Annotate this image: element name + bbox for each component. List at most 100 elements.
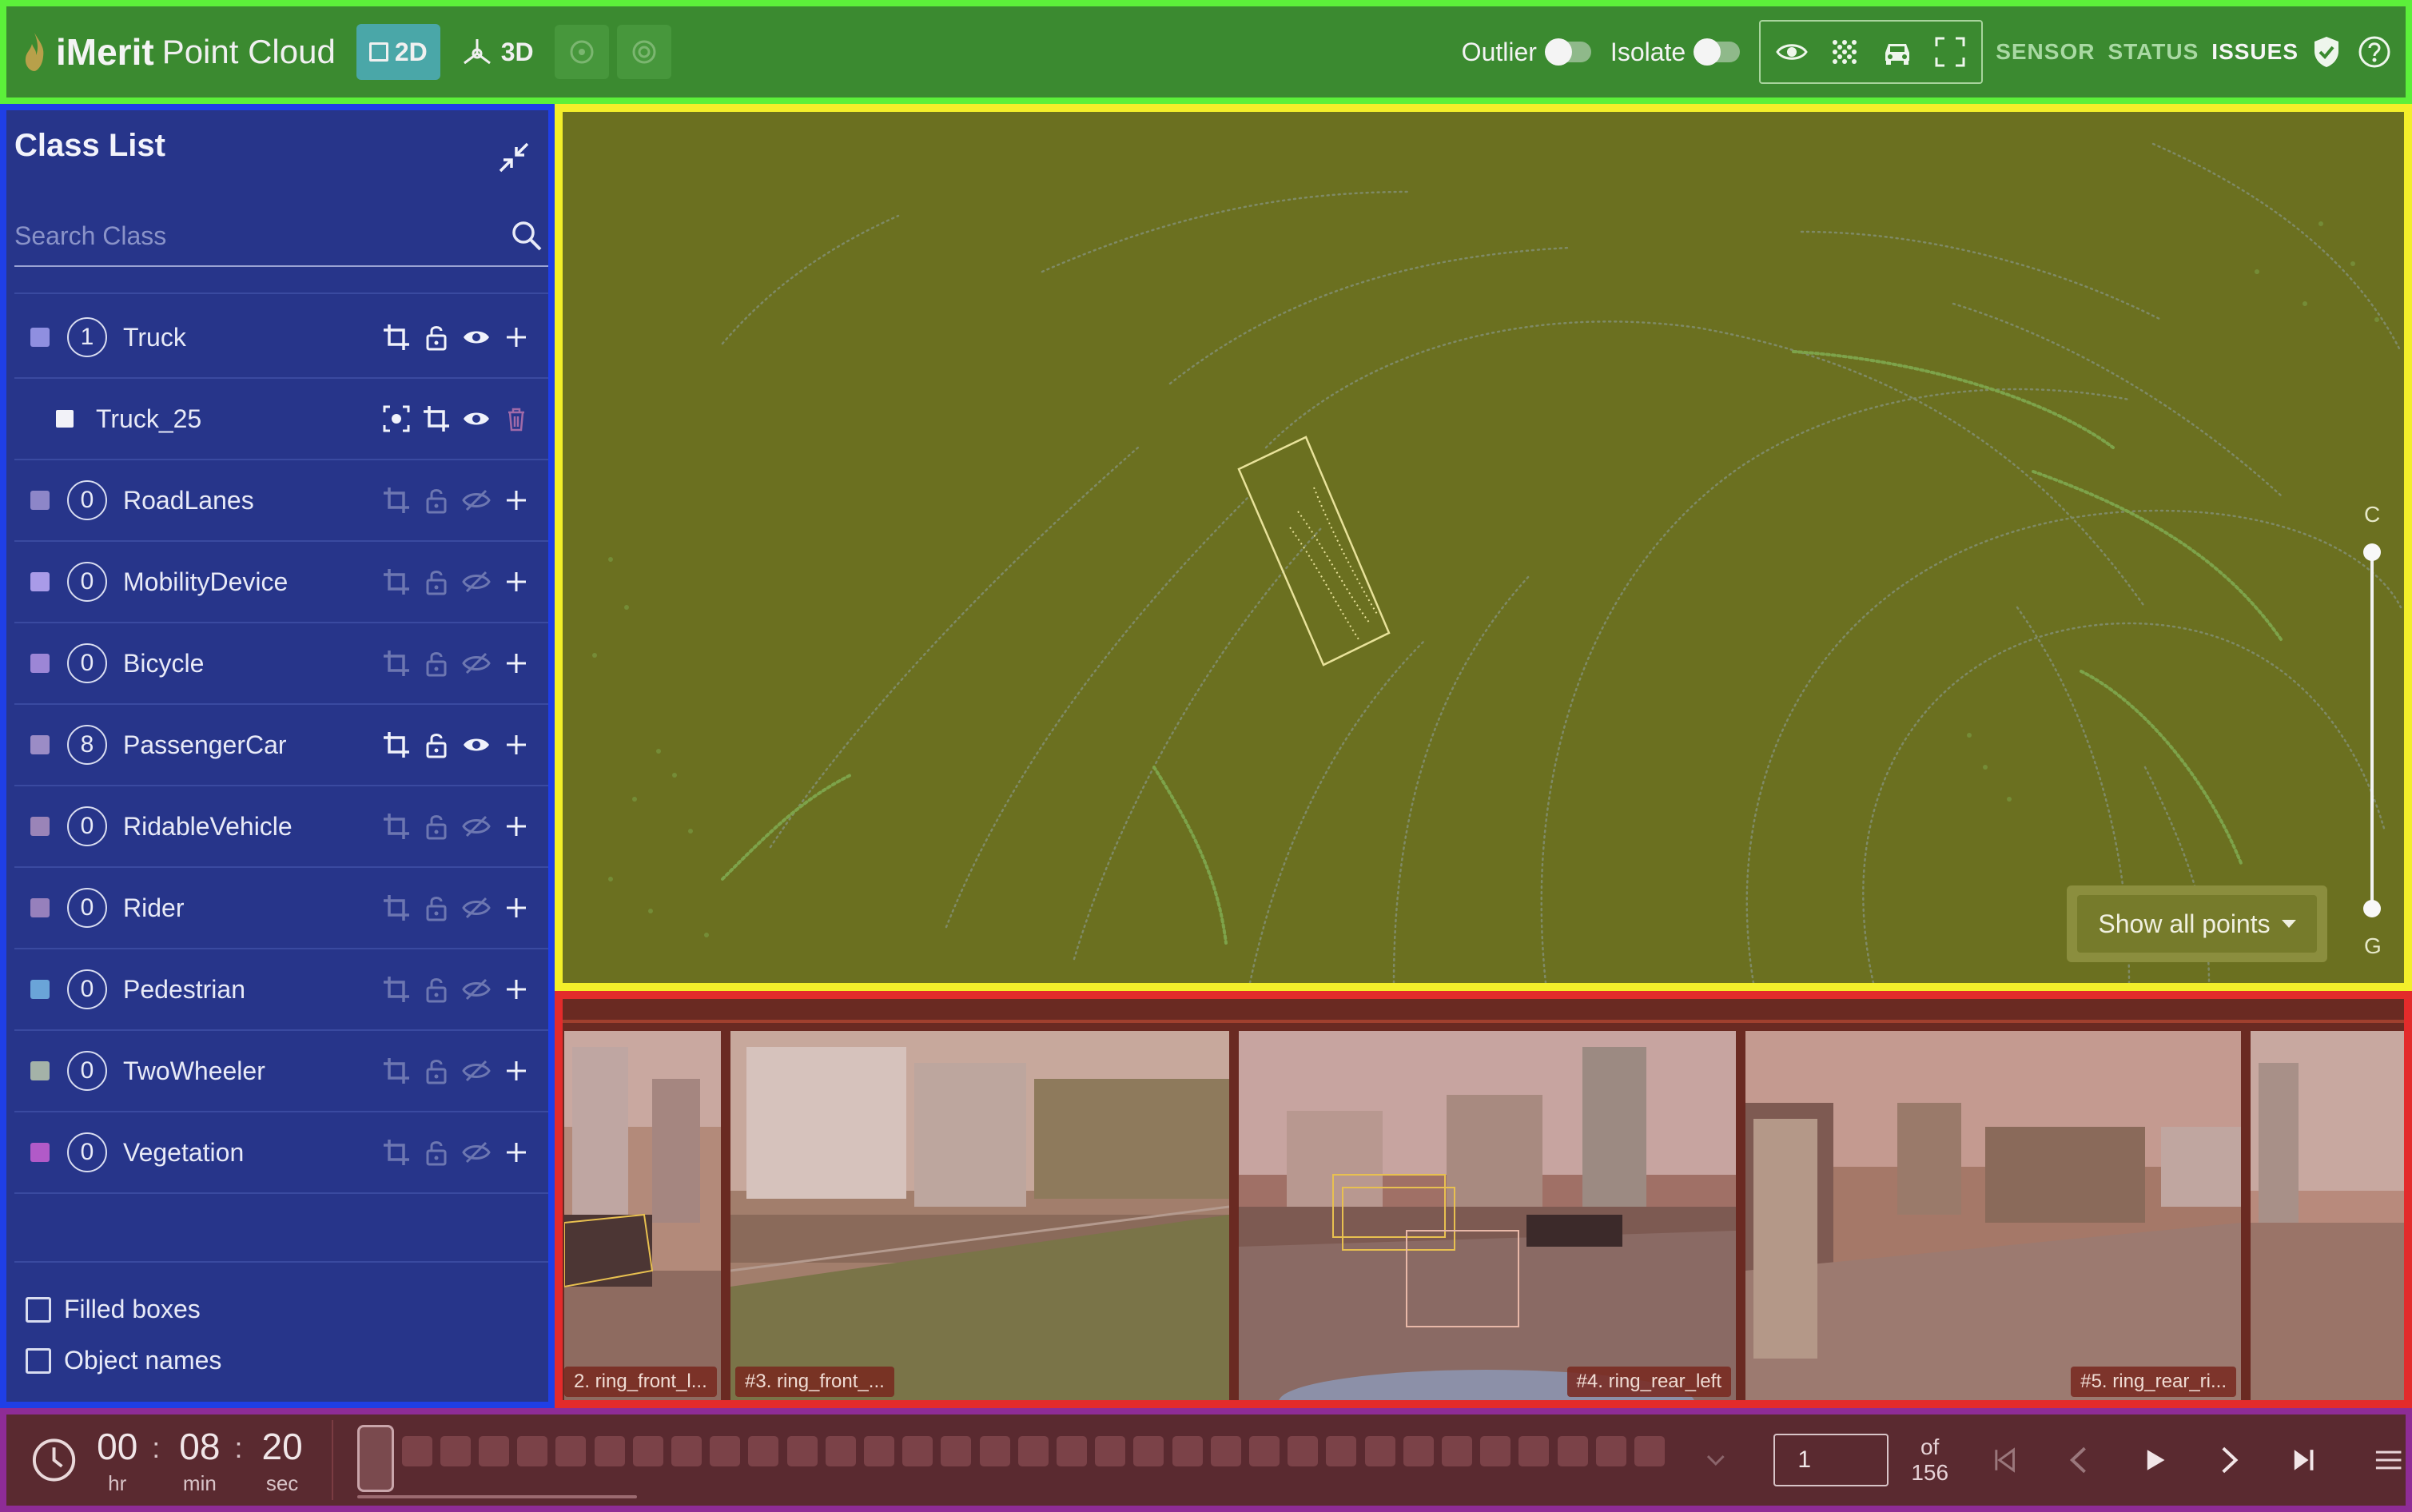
lock-open-icon[interactable]: [422, 323, 451, 352]
object-names-option[interactable]: Object names: [26, 1346, 221, 1375]
lock-open-icon[interactable]: [422, 567, 451, 596]
point-grid-icon[interactable]: [1828, 35, 1861, 69]
add-icon[interactable]: [502, 567, 531, 596]
frame-cell[interactable]: [941, 1436, 972, 1466]
frame-cell[interactable]: [479, 1436, 510, 1466]
crop-icon[interactable]: [382, 975, 411, 1004]
target-view-button[interactable]: [616, 25, 671, 79]
frame-number-input[interactable]: [1773, 1434, 1889, 1486]
eye-off-icon[interactable]: [462, 812, 491, 841]
frame-cell[interactable]: [594, 1436, 625, 1466]
height-slider-top-knob[interactable]: [2363, 543, 2381, 561]
class-row-bicycle[interactable]: 0 Bicycle: [14, 623, 548, 705]
truck-bounding-box[interactable]: [1237, 436, 1391, 666]
eye-off-icon[interactable]: [462, 649, 491, 678]
class-row-rider[interactable]: 0 Rider: [14, 868, 548, 949]
camera-view-ring-front-left[interactable]: 2. ring_front_l...: [564, 1031, 721, 1400]
eye-off-icon[interactable]: [462, 567, 491, 596]
crop-icon[interactable]: [382, 1056, 411, 1085]
class-row-ridablevehicle[interactable]: 0 RidableVehicle: [14, 786, 548, 868]
camera-view-ring-side[interactable]: [2251, 1031, 2404, 1400]
height-slider-bottom-knob[interactable]: [2363, 900, 2381, 917]
frame-cell[interactable]: [1442, 1436, 1473, 1466]
add-icon[interactable]: [502, 1138, 531, 1167]
add-icon[interactable]: [502, 893, 531, 922]
add-icon[interactable]: [502, 812, 531, 841]
point-cloud-viewport[interactable]: C G Show all points: [555, 104, 2412, 991]
class-row-truck[interactable]: 1 Truck: [14, 297, 548, 379]
lock-open-icon[interactable]: [422, 486, 451, 515]
eye-off-icon[interactable]: [462, 1138, 491, 1167]
add-icon[interactable]: [502, 486, 531, 515]
frame-cell[interactable]: [1634, 1436, 1666, 1466]
menu-icon[interactable]: [2371, 1442, 2406, 1478]
trash-icon[interactable]: [502, 404, 531, 433]
crop-icon[interactable]: [382, 323, 411, 352]
status-link[interactable]: STATUS: [2108, 39, 2199, 65]
frame-cell[interactable]: [748, 1436, 779, 1466]
eye-off-icon[interactable]: [462, 893, 491, 922]
eye-off-icon[interactable]: [462, 1056, 491, 1085]
filled-boxes-checkbox[interactable]: [26, 1296, 51, 1323]
frame-cell[interactable]: [710, 1436, 741, 1466]
eye-icon[interactable]: [462, 730, 491, 759]
frame-cell[interactable]: [517, 1436, 548, 1466]
crop-icon[interactable]: [382, 649, 411, 678]
frame-cell[interactable]: [825, 1436, 856, 1466]
crop-icon[interactable]: [382, 1138, 411, 1167]
camera-view-ring-front-right[interactable]: #3. ring_front_...: [730, 1031, 1229, 1400]
class-row-vegetation[interactable]: 0 Vegetation: [14, 1112, 548, 1194]
frame-cell[interactable]: [1518, 1436, 1550, 1466]
filled-boxes-option[interactable]: Filled boxes: [26, 1295, 201, 1324]
mode-2d-button[interactable]: 2D: [356, 24, 440, 80]
collapse-icon[interactable]: [496, 139, 532, 176]
issues-link[interactable]: ISSUES: [2211, 39, 2299, 65]
frame-cell[interactable]: [1017, 1436, 1049, 1466]
lock-open-icon[interactable]: [422, 1056, 451, 1085]
play-icon[interactable]: [2136, 1442, 2172, 1478]
crop-icon[interactable]: [382, 567, 411, 596]
help-icon[interactable]: [2358, 35, 2391, 69]
next-frame-icon[interactable]: [2211, 1442, 2247, 1478]
frame-cell[interactable]: [1249, 1436, 1280, 1466]
class-search-input[interactable]: [14, 209, 494, 262]
frame-cell[interactable]: [1057, 1436, 1088, 1466]
frame-cell[interactable]: [1326, 1436, 1357, 1466]
frame-cell[interactable]: [979, 1436, 1010, 1466]
frame-cell[interactable]: [1480, 1436, 1511, 1466]
frame-cell[interactable]: [1595, 1436, 1626, 1466]
class-row-roadlanes[interactable]: 0 RoadLanes: [14, 460, 548, 542]
frame-cell[interactable]: [1172, 1436, 1203, 1466]
object-row-truck-25[interactable]: Truck_25: [14, 379, 548, 460]
eye-off-icon[interactable]: [462, 975, 491, 1004]
previous-frame-icon[interactable]: [2061, 1442, 2097, 1478]
frame-cell[interactable]: [864, 1436, 895, 1466]
car-icon[interactable]: [1881, 35, 1914, 69]
camera-view-ring-rear-right[interactable]: #5. ring_rear_ri...: [1745, 1031, 2241, 1400]
add-icon[interactable]: [502, 730, 531, 759]
frame-cell[interactable]: [401, 1436, 432, 1466]
lock-open-icon[interactable]: [422, 893, 451, 922]
mode-3d-button[interactable]: 3D: [447, 24, 547, 80]
rotate-view-button[interactable]: [554, 25, 609, 79]
eye-icon[interactable]: [1775, 35, 1809, 69]
frame-cell[interactable]: [671, 1436, 703, 1466]
lock-open-icon[interactable]: [422, 1138, 451, 1167]
crop-icon[interactable]: [382, 486, 411, 515]
add-icon[interactable]: [502, 1056, 531, 1085]
frame-cell[interactable]: [1095, 1436, 1126, 1466]
skip-to-start-icon[interactable]: [1987, 1442, 2023, 1478]
crop-icon[interactable]: [382, 812, 411, 841]
chevron-down-icon[interactable]: [1704, 1448, 1728, 1472]
crop-icon[interactable]: [382, 730, 411, 759]
frame-cell[interactable]: [1557, 1436, 1588, 1466]
class-row-pedestrian[interactable]: 0 Pedestrian: [14, 949, 548, 1031]
frame-cell[interactable]: [632, 1436, 663, 1466]
frame-cell[interactable]: [1403, 1436, 1434, 1466]
search-icon[interactable]: [510, 219, 543, 253]
frame-cell[interactable]: [1210, 1436, 1241, 1466]
add-icon[interactable]: [502, 975, 531, 1004]
eye-icon[interactable]: [462, 323, 491, 352]
focus-icon[interactable]: [382, 404, 411, 433]
frame-cell[interactable]: [786, 1436, 818, 1466]
